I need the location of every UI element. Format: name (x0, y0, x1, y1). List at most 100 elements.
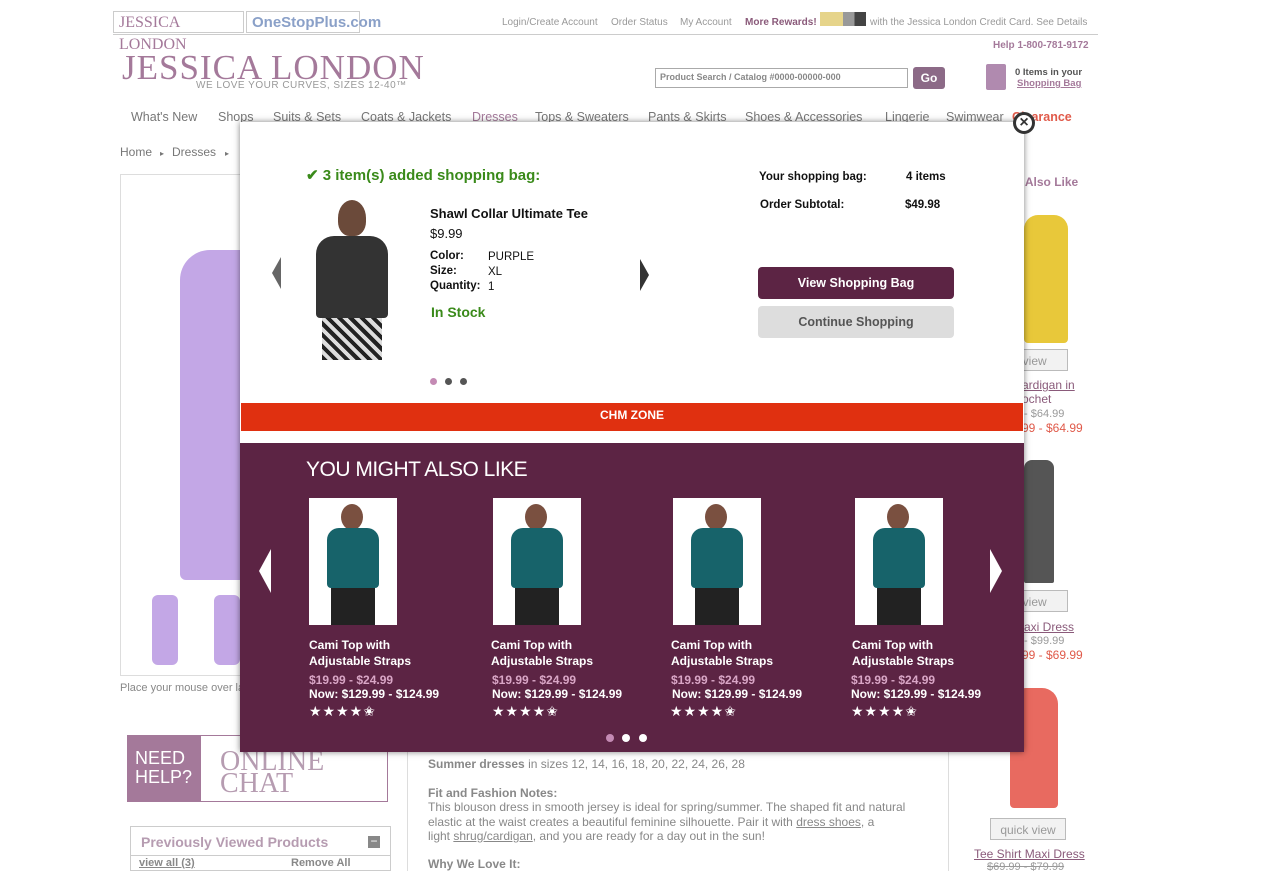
fit-notes-line: light shrug/cardigan, and you are ready … (428, 829, 765, 843)
collapse-icon[interactable]: − (368, 835, 380, 848)
onestopplus-tab[interactable]: OneStopPlus.com (246, 11, 381, 33)
shopping-bag-link[interactable]: Shopping Bag (1017, 78, 1081, 89)
sidebar-product-name[interactable]: ochet (1022, 392, 1051, 406)
why-we-love-it-title: Why We Love It: (428, 857, 521, 871)
recommendation-old-price: $19.99 - $24.99 (671, 673, 756, 687)
header-rule (113, 34, 1098, 35)
need-help-label: NEED HELP? (128, 736, 201, 801)
recommendation-old-price: $19.99 - $24.99 (492, 673, 577, 687)
carousel-prev-arrow-icon[interactable] (259, 549, 271, 593)
column-divider (407, 740, 408, 871)
summer-dresses-line: Summer dresses in sizes 12, 14, 16, 18, … (428, 757, 745, 771)
bag-count-label: Your shopping bag: (759, 171, 867, 183)
sidebar-title: t Also Like (1018, 175, 1079, 189)
you-might-also-like-title: YOU MIGHT ALSO LIKE (306, 458, 528, 481)
rating-stars-icon: ★★★★✬ (492, 703, 559, 719)
carousel-dot[interactable] (430, 378, 437, 385)
carousel-dot[interactable] (622, 734, 630, 742)
help-phone: Help 1-800-781-9172 (993, 40, 1089, 51)
recommendation-name[interactable]: Cami Top with Adjustable Straps (671, 637, 811, 669)
recommendation-name[interactable]: Cami Top with Adjustable Straps (309, 637, 449, 669)
carousel-dot[interactable] (639, 734, 647, 742)
dress-shoes-link[interactable]: dress shoes (796, 815, 861, 829)
view-all-link[interactable]: view all (3) (139, 857, 195, 869)
added-message: ✔ 3 item(s) added shopping bag: (306, 166, 540, 184)
size-value: XL (488, 266, 503, 278)
continue-shopping-button[interactable]: Continue Shopping (758, 306, 954, 338)
added-text: 3 item(s) added shopping bag: (322, 167, 541, 184)
quick-view-button[interactable]: quick view (990, 818, 1066, 840)
column-divider (948, 740, 949, 871)
prev-arrow-icon[interactable] (272, 257, 281, 289)
carousel-next-arrow-icon[interactable] (990, 549, 1002, 593)
recommendation-image[interactable] (309, 498, 397, 625)
carousel-dot[interactable] (606, 734, 614, 742)
recommendation-now-price: Now: $129.99 - $124.99 (672, 687, 803, 701)
chm-zone-banner: CHM ZONE (241, 403, 1023, 431)
jessica-london-tab[interactable]: JESSICA LONDON (113, 11, 244, 53)
shopping-bag-icon[interactable] (986, 64, 1006, 90)
fit-notes-text: , and you are ready for a day out in the… (532, 829, 765, 843)
subtotal-label: Order Subtotal: (760, 199, 845, 211)
online-chat-label: ONLINE CHAT (220, 746, 325, 799)
fit-notes-line: elastic at the waist creates a beautiful… (428, 815, 874, 829)
sidebar-product-name[interactable]: axi Dress (1024, 620, 1074, 634)
order-status-link[interactable]: Order Status (611, 17, 668, 28)
sidebar-product-image[interactable] (1024, 215, 1068, 343)
zoom-caption: Place your mouse over la (120, 682, 245, 694)
product-price: $9.99 (430, 226, 463, 241)
recommendation-image[interactable] (673, 498, 761, 625)
fit-notes-text: elastic at the waist creates a beautiful… (428, 815, 793, 829)
sidebar-product-name[interactable]: Tee Shirt Maxi Dress (974, 847, 1085, 861)
recommendation-now-price: Now: $129.99 - $124.99 (309, 687, 440, 701)
rating-stars-icon: ★★★★✬ (851, 703, 918, 719)
credit-card-promo[interactable]: with the Jessica London Credit Card. See… (870, 17, 1087, 28)
search-go-button[interactable]: Go (913, 67, 945, 89)
size-label: Size: (430, 265, 457, 277)
color-label: Color: (430, 250, 464, 262)
more-rewards-link[interactable]: More Rewards! (745, 17, 817, 28)
fit-notes-title: Fit and Fashion Notes: (428, 786, 558, 800)
sidebar-product-name[interactable]: ardigan in (1022, 378, 1075, 392)
fit-notes-line: This blouson dress in smooth jersey is i… (428, 800, 906, 814)
bag-count-value: 4 items (906, 171, 946, 183)
search-input[interactable]: Product Search / Catalog #0000-00000-000 (655, 68, 908, 88)
recommendation-now-price: Now: $129.99 - $124.99 (492, 687, 623, 701)
recommendation-image[interactable] (493, 498, 581, 625)
fit-notes-text: light (428, 829, 451, 843)
next-arrow-icon[interactable] (640, 259, 649, 291)
remove-all-link[interactable]: Remove All (291, 857, 351, 869)
carousel-dot[interactable] (460, 378, 467, 385)
product-thumbnail[interactable] (214, 595, 240, 665)
close-icon[interactable]: × (1013, 112, 1035, 134)
added-product-image (302, 200, 404, 360)
credit-card-icon (820, 12, 866, 26)
sidebar-old-price: - $64.99 (1024, 408, 1065, 420)
recommendation-name[interactable]: Cami Top with Adjustable Straps (852, 637, 992, 669)
sidebar-sale-price: 99 - $64.99 (1022, 421, 1083, 435)
product-thumbnail[interactable] (152, 595, 178, 665)
nav-whats-new[interactable]: What's New (131, 110, 197, 124)
more-rewards-label: More Rewards! (745, 17, 817, 28)
previously-viewed-header: Previously Viewed Products − (130, 826, 391, 856)
recommendation-image[interactable] (855, 498, 943, 625)
breadcrumb-home[interactable]: Home (120, 145, 152, 159)
sidebar-old-price: $69.99 - $79.99 (987, 861, 1065, 873)
summer-dresses-label: Summer dresses (428, 757, 525, 771)
rating-stars-icon: ★★★★✬ (670, 703, 737, 719)
logo-tagline: WE LOVE YOUR CURVES, SIZES 12-40™ (196, 80, 407, 91)
view-shopping-bag-button[interactable]: View Shopping Bag (758, 267, 954, 299)
shrug-cardigan-link[interactable]: shrug/cardigan (453, 829, 532, 843)
login-link[interactable]: Login/Create Account (502, 17, 598, 28)
my-account-link[interactable]: My Account (680, 17, 732, 28)
stock-status: In Stock (431, 304, 486, 320)
subtotal-value: $49.98 (905, 199, 941, 211)
rating-stars-icon: ★★★★✬ (309, 703, 376, 719)
breadcrumb-dresses[interactable]: Dresses (172, 145, 216, 159)
color-value: PURPLE (488, 251, 535, 263)
breadcrumb-separator-icon: ▸ (225, 149, 230, 158)
sidebar-sale-price: 99 - $69.99 (1022, 648, 1083, 662)
carousel-dot[interactable] (445, 378, 452, 385)
sidebar-product-image[interactable] (1024, 460, 1054, 583)
recommendation-name[interactable]: Cami Top with Adjustable Straps (491, 637, 631, 669)
